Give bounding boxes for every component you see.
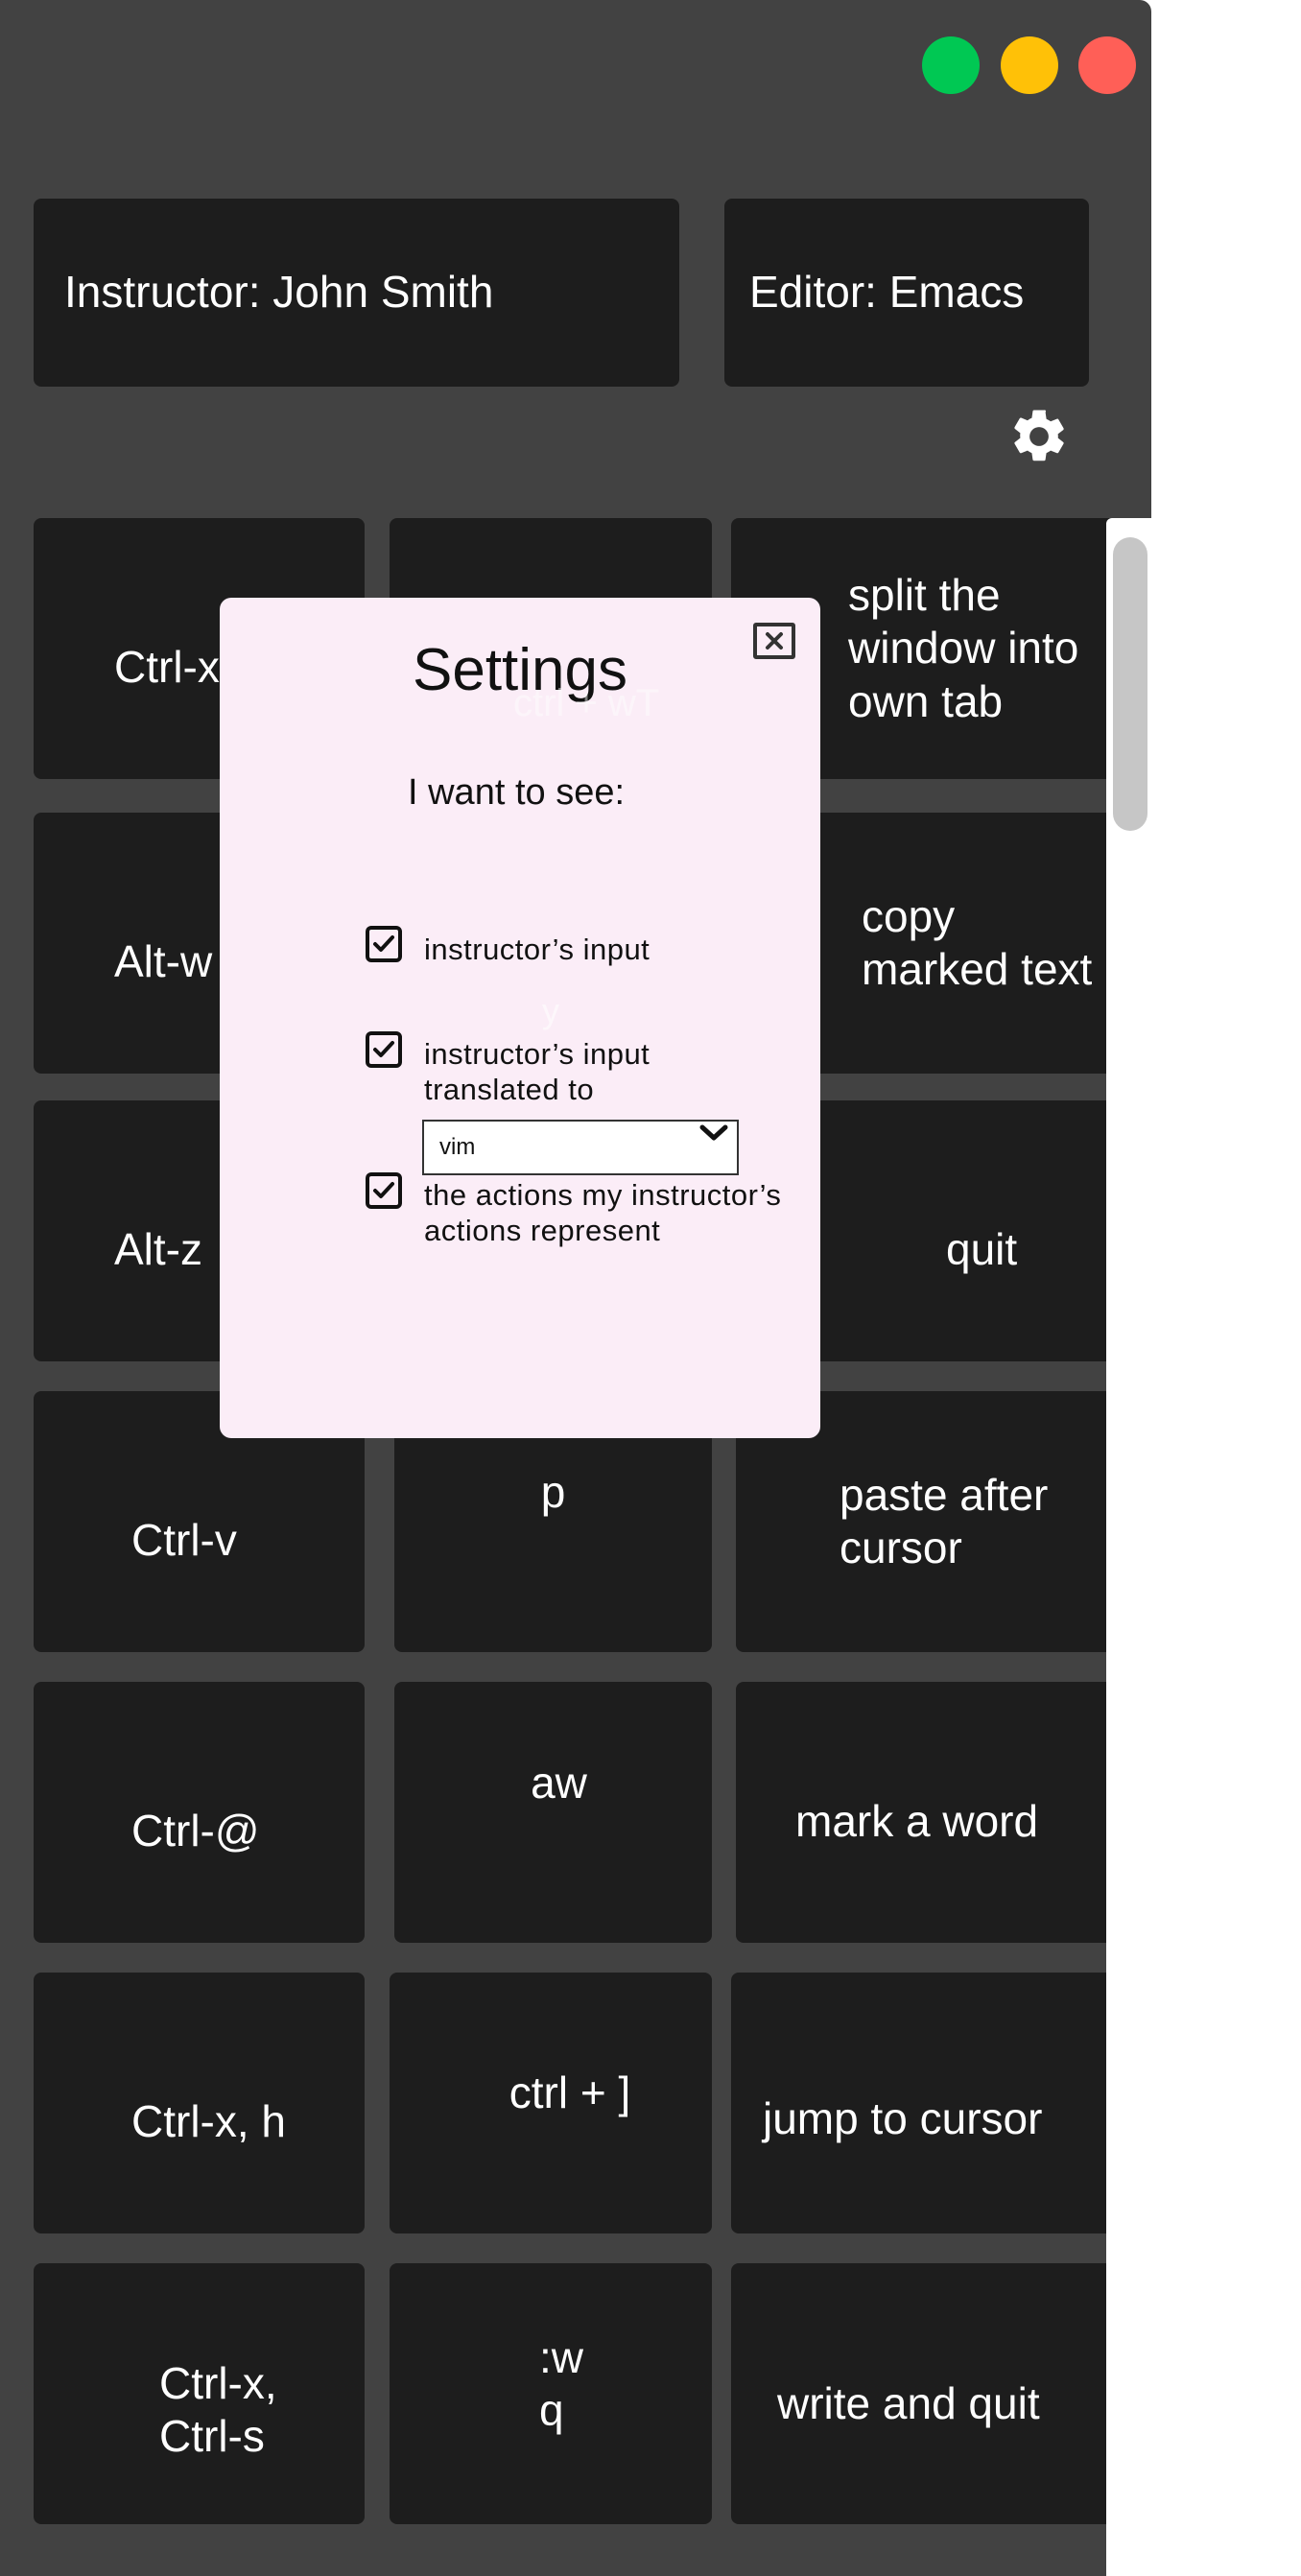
select-value: vim — [439, 1134, 476, 1160]
option-label: instructor’s input translated to — [424, 1037, 650, 1107]
shortcut-cell-action: jump to cursor — [731, 1973, 1134, 2233]
checkbox-instructor-input[interactable] — [366, 926, 402, 962]
check-icon — [373, 935, 394, 952]
window-minimize-button[interactable] — [1001, 36, 1058, 94]
settings-dialog: Settings ctrl + wT I want to see: instru… — [220, 598, 820, 1438]
shortcut-cell-emacs: Ctrl-x, Ctrl-s — [34, 2263, 365, 2524]
settings-subtitle: I want to see: — [408, 772, 626, 813]
window-close-button[interactable] — [1078, 36, 1136, 94]
check-icon — [373, 1041, 394, 1057]
instructor-label: Instructor: John Smith — [34, 199, 679, 387]
checkbox-translated-input[interactable] — [366, 1031, 402, 1068]
shortcut-cell-emacs: Ctrl-x, h — [34, 1973, 365, 2233]
shortcut-cell-emacs: Ctrl-@ — [34, 1682, 365, 1943]
editor-label: Editor: Emacs — [724, 199, 1089, 387]
shortcut-cell-action: mark a word — [736, 1682, 1134, 1943]
option-label: instructor’s input — [424, 933, 650, 966]
check-icon — [373, 1182, 394, 1198]
vim-cell-text-behind: y — [542, 991, 559, 1030]
shortcut-cell-vim: ctrl + ] — [390, 1973, 712, 2233]
shortcut-cell-vim: :w q — [390, 2263, 712, 2524]
option-label: the actions my instructor’s actions repr… — [424, 1178, 782, 1248]
chevron-down-icon — [699, 1124, 728, 1141]
vim-cell-text-behind: ctrl + wT — [513, 682, 660, 724]
close-icon[interactable] — [753, 623, 795, 659]
gear-icon[interactable] — [1007, 405, 1071, 468]
translate-to-select[interactable]: vim — [422, 1120, 739, 1175]
checkbox-action-meaning[interactable] — [366, 1172, 402, 1209]
shortcut-cell-vim: aw — [394, 1682, 712, 1943]
scrollbar-thumb[interactable] — [1113, 537, 1147, 831]
window-maximize-button[interactable] — [922, 36, 980, 94]
shortcut-cell-action: write and quit — [731, 2263, 1134, 2524]
